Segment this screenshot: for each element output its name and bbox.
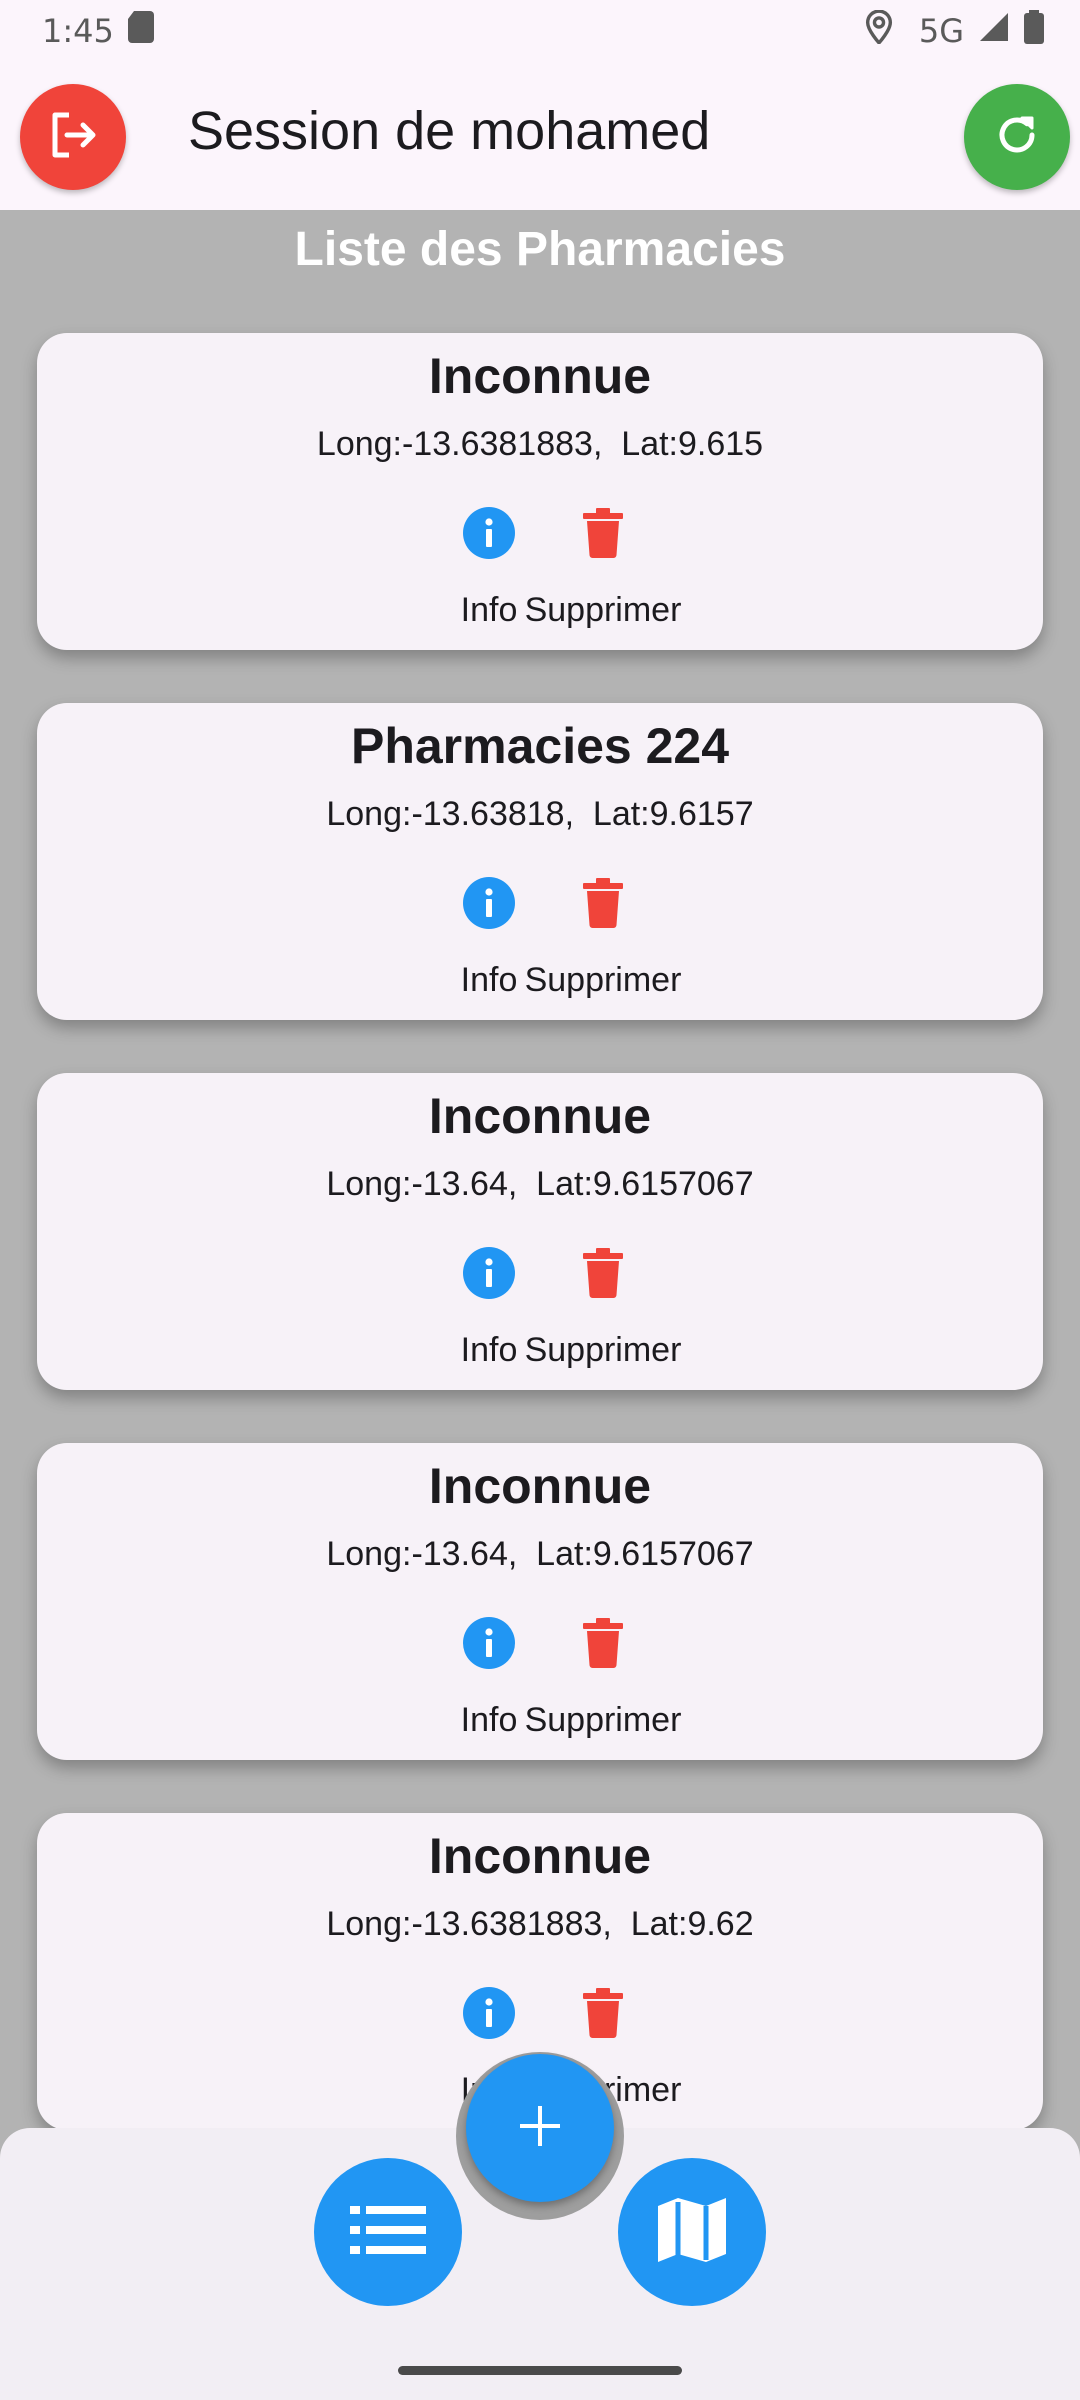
location-icon [865, 9, 893, 52]
status-time: 1:45 [42, 12, 114, 50]
map-view-button[interactable] [618, 2158, 766, 2306]
pharmacy-name: Inconnue [428, 1458, 652, 1514]
pharmacy-name: Inconnue [428, 1828, 652, 1884]
home-indicator[interactable] [398, 2366, 682, 2375]
pharmacy-coordinates: Long:-13.64, Lat:9.6157067 [326, 1535, 754, 1573]
refresh-icon [992, 110, 1042, 164]
pharmacy-name: Inconnue [428, 348, 652, 404]
add-icon [518, 2104, 562, 2152]
pharmacy-card: Inconnue Long:-13.64, Lat:9.6157067 Info… [37, 1073, 1043, 1390]
page-title: Session de mohamed [188, 101, 711, 161]
pharmacy-card: Inconnue Long:-13.6381883, Lat:9.615 Inf… [37, 333, 1043, 650]
pharmacy-card: Inconnue Long:-13.64, Lat:9.6157067 Info… [37, 1443, 1043, 1760]
delete-button[interactable]: Supprimer [503, 503, 703, 643]
delete-button[interactable]: Supprimer [503, 1613, 703, 1753]
delete-label: Supprimer [524, 591, 682, 629]
list-icon [348, 2202, 428, 2262]
trash-icon [583, 1248, 623, 1302]
sd-card-icon [127, 11, 154, 51]
list-view-button[interactable] [314, 2158, 462, 2306]
pharmacy-name: Pharmacies 224 [350, 718, 730, 774]
delete-label: Supprimer [524, 1701, 682, 1739]
delete-button[interactable]: Supprimer [503, 873, 703, 1013]
app-bar: Session de mohamed [0, 62, 1080, 210]
logout-icon [47, 109, 99, 165]
pharmacy-coordinates: Long:-13.64, Lat:9.6157067 [326, 1165, 754, 1203]
signal-icon [978, 11, 1010, 51]
pharmacy-coordinates: Long:-13.63818, Lat:9.6157 [326, 795, 754, 833]
list-title: Liste des Pharmacies [294, 223, 786, 276]
map-icon [652, 2190, 732, 2274]
logout-button[interactable] [20, 84, 126, 190]
delete-label: Supprimer [524, 1331, 682, 1369]
refresh-button[interactable] [964, 84, 1070, 190]
trash-icon [583, 878, 623, 932]
delete-button[interactable]: Supprimer [503, 1243, 703, 1383]
pharmacy-coordinates: Long:-13.6381883, Lat:9.62 [326, 1905, 754, 1943]
delete-label: Supprimer [524, 961, 682, 999]
status-bar: 1:45 5G [0, 0, 1080, 62]
trash-icon [583, 508, 623, 562]
add-pharmacy-button[interactable] [466, 2054, 614, 2202]
network-type: 5G [918, 12, 964, 50]
pharmacy-card: Pharmacies 224 Long:-13.63818, Lat:9.615… [37, 703, 1043, 1020]
pharmacy-name: Inconnue [428, 1088, 652, 1144]
trash-icon [583, 1618, 623, 1672]
trash-icon [583, 1988, 623, 2042]
battery-icon [1024, 10, 1044, 52]
pharmacy-coordinates: Long:-13.6381883, Lat:9.615 [316, 425, 764, 463]
